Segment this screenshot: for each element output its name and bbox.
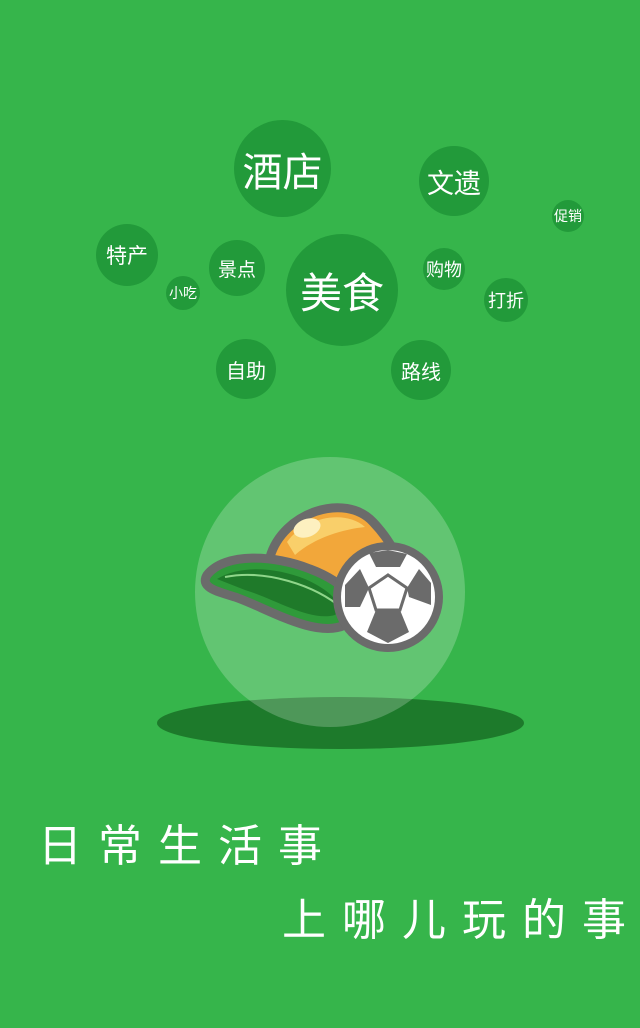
slogan-line-1: 日常生活事 (38, 821, 338, 872)
tag-promotion[interactable]: 促销 (552, 200, 584, 232)
tag-self-service[interactable]: 自助 (216, 339, 276, 399)
slogan-line-2: 上哪儿玩的事 (282, 895, 640, 946)
tag-hotel[interactable]: 酒店 (234, 120, 331, 217)
tag-discount[interactable]: 打折 (484, 278, 528, 322)
tag-scenic-spot[interactable]: 景点 (209, 240, 265, 296)
tag-specialty[interactable]: 特产 (96, 224, 158, 286)
cap-with-soccer-ball-icon (200, 503, 443, 652)
tag-shopping[interactable]: 购物 (423, 248, 465, 290)
tag-snacks[interactable]: 小吃 (166, 276, 200, 310)
tag-food[interactable]: 美食 (286, 234, 398, 346)
tag-route[interactable]: 路线 (391, 340, 451, 400)
tag-heritage[interactable]: 文遗 (419, 146, 489, 216)
